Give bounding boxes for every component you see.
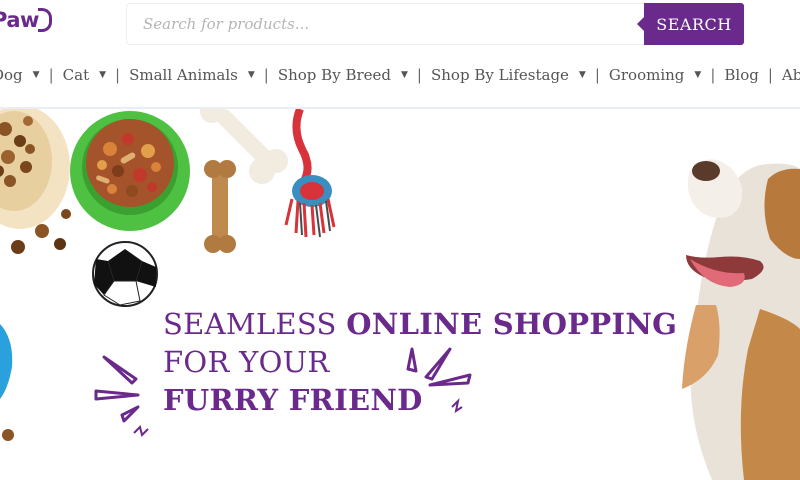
nav-item-about[interactable]: About [782, 66, 800, 84]
headline-line-1: SEAMLESS ONLINE SHOPPING [163, 305, 677, 343]
headline-line-2: FOR YOUR [163, 343, 677, 381]
nav-item-label: Shop By Breed [277, 66, 391, 84]
caret-down-icon: ▼ [32, 70, 40, 80]
nav-item-label: Cat [62, 66, 90, 84]
caret-down-icon: ▼ [578, 70, 586, 80]
headline-bold-text: ONLINE SHOPPING [346, 307, 678, 341]
nav-item-label: Grooming [608, 66, 685, 84]
blue-toy-icon [0, 324, 13, 399]
headline-light-text: SEAMLESS [163, 307, 347, 341]
nav-item-grooming[interactable]: Grooming ▼ [609, 66, 701, 84]
nav-separator: | [594, 66, 600, 84]
nav-item-label: Shop By Lifestage [430, 66, 569, 84]
hero-banner: SEAMLESS ONLINE SHOPPING FOR YOUR FURRY … [0, 109, 800, 480]
caret-down-icon: ▼ [99, 70, 107, 80]
nav-item-blog[interactable]: Blog [724, 66, 758, 84]
nav-item-label: About [781, 66, 800, 84]
caret-down-icon: ▼ [694, 70, 702, 80]
nav-item-label: Blog [724, 66, 759, 84]
nav-separator: | [416, 66, 422, 84]
logo-text: Paw [0, 8, 39, 32]
food-bowl-green-icon [70, 111, 190, 231]
headline-bold-text: FURRY FRIEND [163, 383, 423, 417]
caret-down-icon: ▼ [247, 70, 255, 80]
hero-headline: SEAMLESS ONLINE SHOPPING FOR YOUR FURRY … [163, 305, 677, 419]
headline-light-text: FOR YOUR [163, 345, 330, 379]
nav-item-shop-by-lifestage[interactable]: Shop By Lifestage ▼ [431, 66, 586, 84]
nav-separator: | [710, 66, 716, 84]
dog-photo [682, 159, 800, 480]
search-input[interactable] [126, 3, 644, 45]
rope-toy-icon [284, 109, 336, 238]
nav-separator: | [263, 66, 269, 84]
headline-line-3: FURRY FRIEND [163, 381, 677, 419]
search-bar: SEARCH [126, 3, 744, 45]
nav-separator: | [48, 66, 54, 84]
caret-down-icon: ▼ [401, 70, 408, 80]
kibble-bowl-cream-icon [0, 109, 70, 229]
nav-separator: | [115, 66, 121, 84]
nav-item-label: Small Animals [129, 66, 238, 84]
main-nav: Dog ▼ | Cat ▼ | Small Animals ▼ | Shop B… [0, 62, 800, 88]
nav-item-shop-by-breed[interactable]: Shop By Breed ▼ [278, 66, 408, 84]
search-button[interactable]: SEARCH [637, 3, 744, 45]
site-logo[interactable]: Paw [0, 6, 52, 34]
logo-bubble-icon [37, 8, 52, 32]
sparkle-left-icon [94, 355, 149, 437]
chew-bone-icon [204, 160, 236, 253]
nav-item-cat[interactable]: Cat ▼ [63, 66, 106, 84]
nav-item-small-animals[interactable]: Small Animals ▼ [129, 66, 255, 84]
nav-separator: | [767, 66, 773, 84]
nav-item-label: Dog [0, 66, 23, 84]
nav-item-dog[interactable]: Dog ▼ [0, 66, 40, 84]
toy-ball-icon [92, 241, 158, 307]
